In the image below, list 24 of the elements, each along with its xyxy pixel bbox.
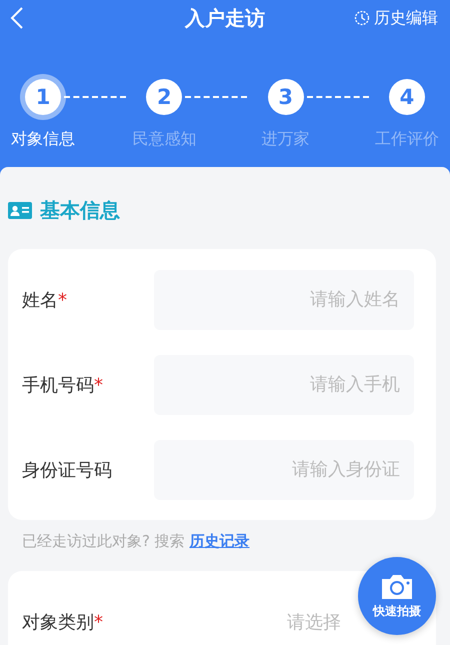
field-label: 对象类别* bbox=[22, 610, 104, 634]
step-label: 对象信息 bbox=[11, 129, 75, 150]
field-label: 身份证号码 bbox=[22, 458, 113, 482]
step-label: 工作评价 bbox=[374, 129, 439, 150]
step-label: 进万家 bbox=[262, 129, 310, 150]
step-number[interactable]: 1 bbox=[25, 79, 61, 115]
page-title: 入户走访 bbox=[185, 6, 265, 30]
clock-icon bbox=[354, 10, 370, 26]
history-link[interactable]: 历史记录 bbox=[190, 532, 250, 550]
section-title: 基本信息 bbox=[40, 196, 120, 224]
field-label: 手机号码* bbox=[22, 374, 104, 396]
history-edit-button[interactable]: 历史编辑 bbox=[354, 8, 438, 28]
input-field[interactable]: 请输入姓名 bbox=[154, 270, 414, 330]
camera-icon bbox=[380, 572, 414, 600]
step-number[interactable]: 4 bbox=[388, 79, 425, 115]
input-field[interactable]: 请输入手机 bbox=[154, 354, 414, 414]
field-label: 姓名* bbox=[22, 288, 68, 312]
back-icon[interactable] bbox=[10, 6, 24, 30]
step-label: 民意感知 bbox=[132, 129, 196, 150]
step-number[interactable]: 2 bbox=[146, 79, 182, 115]
step-number[interactable]: 3 bbox=[268, 79, 304, 115]
hint-text: 已经走访过此对象? 搜索 历史记录 bbox=[22, 532, 250, 551]
id-card-icon bbox=[8, 200, 32, 220]
input-field[interactable]: 请输入身份证 bbox=[154, 440, 414, 500]
